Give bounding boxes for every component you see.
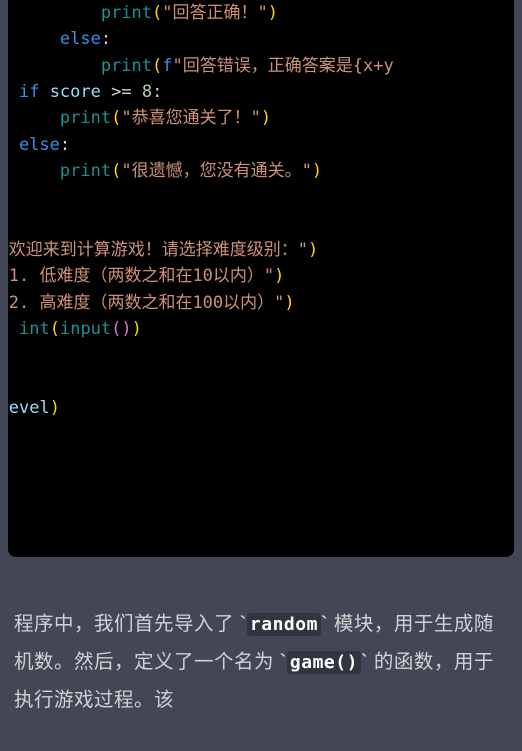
string-literal: "很遗憾，您没有通关。": [121, 161, 311, 181]
print-call: print: [60, 161, 111, 181]
string-literal: "回答错误，正确答案是{x+y: [173, 56, 394, 76]
string-literal: "回答正确！": [162, 3, 267, 23]
print-call: print: [101, 3, 152, 23]
argument: level: [8, 398, 50, 418]
string-literal: "1. 低难度（两数之和在10以内）": [8, 266, 274, 286]
paren-open: (: [152, 3, 162, 23]
else-keyword: else: [60, 29, 101, 49]
else-keyword: else: [19, 135, 60, 155]
int-call: int: [19, 319, 50, 339]
string-literal: "欢迎来到计算游戏！请选择难度级别：": [8, 240, 308, 260]
inline-code-random: random: [247, 613, 321, 636]
string-literal: "2. 高难度（两数之和在100以内）": [8, 293, 284, 313]
print-call: print: [60, 108, 111, 128]
explanation-text: 程序中，我们首先导入了 `random` 模块，用于生成随机数。然后，定义了一个…: [0, 557, 522, 719]
f-prefix: f: [162, 56, 172, 76]
input-call: input: [60, 319, 111, 339]
if-keyword: if: [19, 82, 39, 102]
code-content: print("回答正确！") else: print(f"回答错误，正确答案是{…: [8, 0, 514, 422]
prose-segment: 程序中，我们首先导入了: [14, 613, 240, 635]
paren-close: ): [268, 3, 278, 23]
code-block: print("回答正确！") else: print(f"回答错误，正确答案是{…: [8, 0, 514, 557]
operator: >=: [111, 82, 131, 102]
variable: score: [50, 82, 101, 102]
print-call: print: [101, 56, 152, 76]
string-literal: "恭喜您通关了！": [121, 108, 260, 128]
number-literal: 8: [142, 82, 152, 102]
inline-code-game: game(): [287, 651, 361, 674]
